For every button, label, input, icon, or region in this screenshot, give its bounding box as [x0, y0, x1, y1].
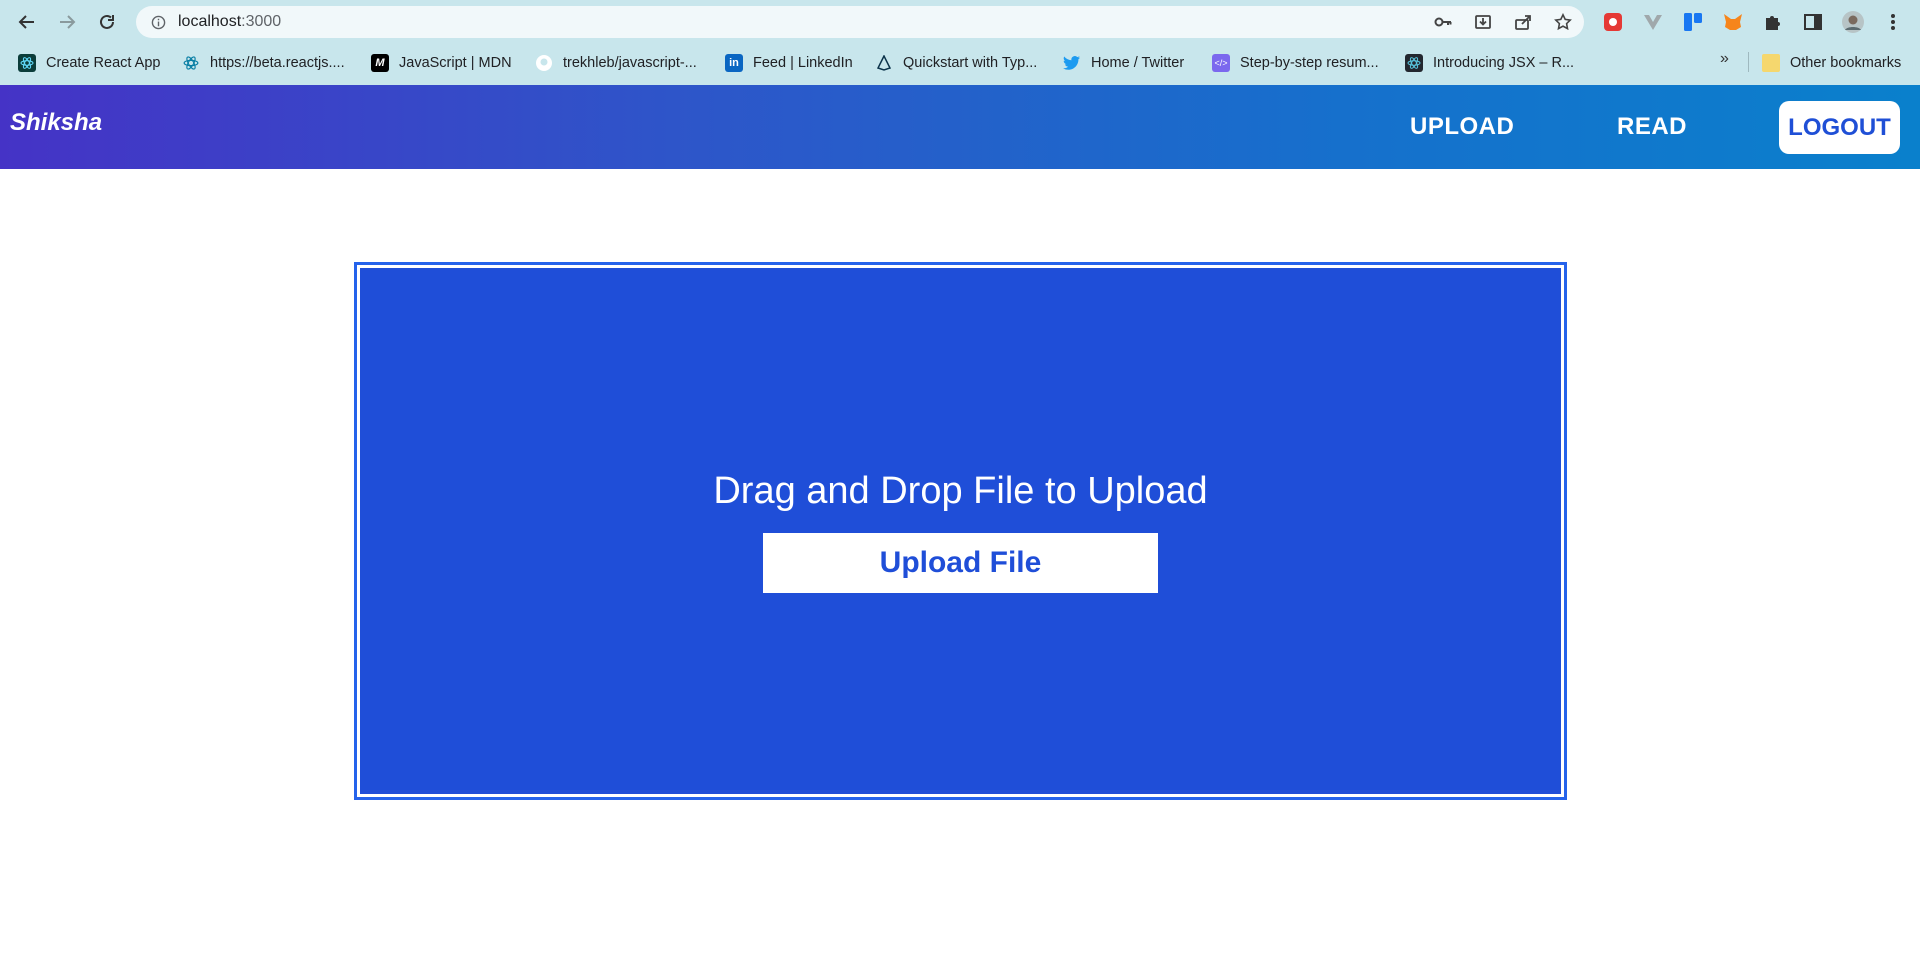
react-icon: [18, 54, 36, 72]
bookmark-label: Create React App: [46, 55, 161, 71]
bookmark-create-react-app[interactable]: Create React App: [18, 51, 160, 75]
profile-avatar-icon[interactable]: [1840, 9, 1866, 35]
mdn-icon: M: [371, 54, 389, 72]
reload-icon: [100, 14, 114, 29]
bookmark-linkedin[interactable]: in Feed | LinkedIn: [725, 51, 853, 75]
nav-read-link[interactable]: READ: [1617, 113, 1687, 141]
dropzone-instruction: Drag and Drop File to Upload: [713, 469, 1208, 512]
bookmark-introducing-jsx[interactable]: Introducing JSX – R...: [1405, 51, 1574, 75]
address-bar[interactable]: localhost:3000: [136, 6, 1584, 38]
app-navbar: Shiksha UPLOAD READ LOGOUT: [0, 85, 1920, 169]
forward-arrow-icon: [60, 15, 76, 29]
bookmark-label: Home / Twitter: [1091, 55, 1185, 71]
prisma-icon: [875, 54, 893, 72]
upload-file-button[interactable]: Upload File: [763, 532, 1158, 593]
bookmark-label: Feed | LinkedIn: [753, 55, 853, 71]
dropzone-inner[interactable]: Drag and Drop File to Upload Upload File: [360, 268, 1561, 794]
info-icon[interactable]: [150, 14, 166, 30]
reload-button[interactable]: [93, 8, 121, 36]
bookmarks-divider: [1748, 52, 1749, 72]
share-icon[interactable]: [1514, 13, 1532, 31]
bookmarks-bar: Create React App https://beta.reactjs...…: [0, 48, 1920, 78]
nav-upload-link[interactable]: UPLOAD: [1410, 113, 1514, 141]
bookmark-label: https://beta.reactjs....: [210, 55, 345, 71]
logout-button[interactable]: LOGOUT: [1779, 101, 1900, 154]
brand-logo[interactable]: Shiksha: [10, 109, 102, 137]
extensions-area: [1600, 8, 1906, 36]
bookmark-twitter[interactable]: Home / Twitter: [1063, 51, 1184, 75]
other-bookmarks-label: Other bookmarks: [1790, 55, 1902, 71]
bookmark-label: Quickstart with Typ...: [903, 55, 1038, 71]
bookmarks-overflow-button[interactable]: »: [1720, 50, 1729, 68]
back-button[interactable]: [13, 8, 41, 36]
browser-toolbar: localhost:3000: [0, 0, 1920, 44]
trello-icon[interactable]: [1680, 9, 1706, 35]
code-icon: </>: [1212, 54, 1230, 72]
forward-button[interactable]: [53, 8, 81, 36]
other-bookmarks-folder[interactable]: Other bookmarks: [1762, 51, 1901, 75]
url-port: :3000: [241, 13, 282, 30]
bookmark-label: JavaScript | MDN: [399, 55, 512, 71]
metamask-fox-icon[interactable]: [1720, 9, 1746, 35]
puzzle-icon[interactable]: [1760, 9, 1786, 35]
bookmark-trekhleb-github[interactable]: trekhleb/javascript-...: [535, 51, 697, 75]
linkedin-icon: in: [725, 54, 743, 72]
side-panel-icon[interactable]: [1800, 9, 1826, 35]
bookmark-mdn[interactable]: M JavaScript | MDN: [371, 51, 512, 75]
file-dropzone[interactable]: Drag and Drop File to Upload Upload File: [354, 262, 1567, 800]
url-text[interactable]: localhost:3000: [178, 13, 281, 31]
vue-devtools-icon[interactable]: [1640, 9, 1666, 35]
key-icon[interactable]: [1434, 13, 1452, 31]
star-icon[interactable]: [1554, 13, 1572, 31]
address-bar-actions: [1434, 6, 1572, 38]
bookmark-label: Step-by-step resum...: [1240, 55, 1379, 71]
kebab-menu-icon[interactable]: [1880, 9, 1906, 35]
bookmark-beta-reactjs[interactable]: https://beta.reactjs....: [182, 51, 345, 75]
github-icon: [535, 54, 553, 72]
bookmark-label: trekhleb/javascript-...: [563, 55, 697, 71]
browser-chrome: localhost:3000 Create React App https://…: [0, 0, 1920, 85]
bookmark-label: Introducing JSX – R...: [1433, 55, 1575, 71]
install-icon[interactable]: [1474, 13, 1492, 31]
react-icon: [182, 54, 200, 72]
extension-red-icon[interactable]: [1600, 9, 1626, 35]
react-icon: [1405, 54, 1423, 72]
folder-icon: [1762, 54, 1780, 72]
back-arrow-icon: [18, 15, 34, 29]
twitter-icon: [1063, 54, 1081, 72]
url-host: localhost: [178, 13, 242, 30]
bookmark-prisma-quickstart[interactable]: Quickstart with Typ...: [875, 51, 1037, 75]
bookmark-resume-guide[interactable]: </> Step-by-step resum...: [1212, 51, 1379, 75]
